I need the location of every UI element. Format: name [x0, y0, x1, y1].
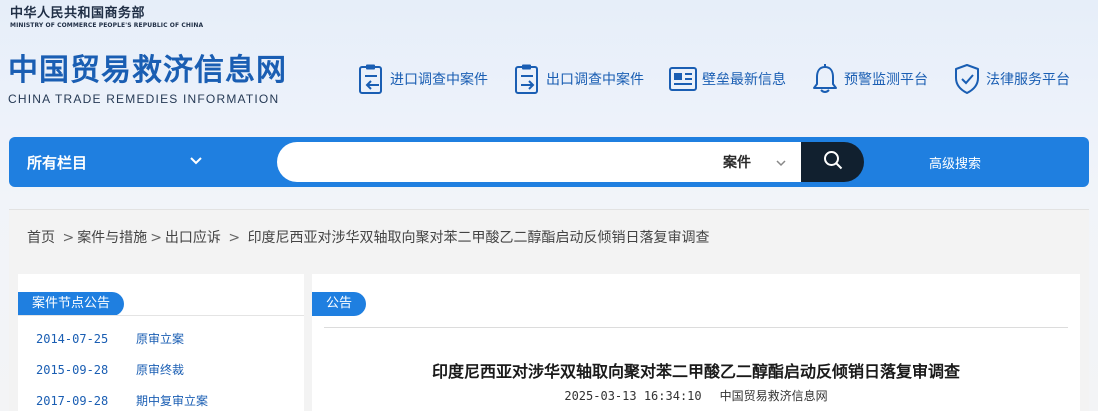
chevron-down-icon[interactable] [189, 153, 203, 172]
list-item[interactable]: 2017-09-28 期中复审立案 [36, 392, 208, 409]
breadcrumb: 首页 > 案件与措施 > 出口应诉 > 印度尼西亚对涉华双轴取向聚对苯二甲酸乙二醇酯启… [27, 227, 710, 247]
breadcrumb-separator: > [223, 230, 245, 246]
news-icon [668, 62, 698, 96]
article-title: 印度尼西亚对涉华双轴取向聚对苯二甲酸乙二醇酯启动反倾销日落复审调查 [431, 362, 960, 381]
breadcrumb-separator: > [150, 230, 162, 246]
export-case-icon [512, 62, 542, 96]
list-item[interactable]: 2015-09-28 原审终裁 [36, 361, 184, 378]
article-panel: 公告 印度尼西亚对涉华双轴取向聚对苯二甲酸乙二醇酯启动反倾销日落复审调查 202… [312, 274, 1080, 411]
search-button[interactable] [801, 142, 864, 182]
ministry-name-en: MINISTRY OF COMMERCE PEOPLE'S REPUBLIC O… [10, 22, 204, 29]
advanced-search-link[interactable]: 高级搜索 [929, 153, 981, 172]
article-datetime: 2025-03-13 16:34:10 [564, 389, 702, 403]
event-label[interactable]: 期中复审立案 [136, 394, 208, 408]
list-item[interactable]: 2014-07-25 原审立案 [36, 330, 184, 347]
event-date: 2017-09-28 [36, 394, 109, 408]
site-logo[interactable]: 中国贸易救济信息网 CHINA TRADE REMEDIES INFORMATI… [8, 53, 308, 107]
divider [324, 327, 1068, 328]
site-name-en: CHINA TRADE REMEDIES INFORMATION [8, 92, 280, 106]
nav-warning-platform-label: 预警监测平台 [844, 72, 928, 88]
content-area: 首页 > 案件与措施 > 出口应诉 > 印度尼西亚对涉华双轴取向聚对苯二甲酸乙二醇酯启… [9, 209, 1089, 411]
breadcrumb-current: 印度尼西亚对涉华双轴取向聚对苯二甲酸乙二醇酯启动反倾销日落复审调查 [247, 230, 710, 246]
nav-barrier-news[interactable]: 壁垒最新信息 [668, 62, 786, 96]
ministry-name-cn: 中华人民共和国商务部 [10, 6, 146, 21]
ministry-brand[interactable]: 中华人民共和国商务部 MINISTRY OF COMMERCE PEOPLE'S… [10, 2, 210, 29]
site-name-cn: 中国贸易救济信息网 [8, 53, 287, 88]
event-label[interactable]: 原审立案 [136, 332, 184, 346]
case-node-panel: 案件节点公告 2014-07-25 原审立案 2015-09-28 原审终裁 201… [18, 274, 304, 411]
breadcrumb-separator: > [58, 230, 75, 246]
chevron-down-icon[interactable] [775, 154, 787, 173]
import-case-icon [356, 62, 386, 96]
nav-import-cases[interactable]: 进口调查中案件 [356, 62, 488, 96]
article-tab: 公告 [312, 292, 367, 316]
nav-legal-platform-label: 法律服务平台 [986, 72, 1070, 88]
nav-export-cases[interactable]: 出口调查中案件 [512, 62, 644, 96]
search-icon [823, 150, 843, 174]
top-nav: 进口调查中案件 出口调查中案件 壁垒最新信息 预警监测平台 法律服务平台 [356, 62, 1094, 96]
nav-legal-platform[interactable]: 法律服务平台 [952, 62, 1070, 96]
article-meta: 2025-03-13 16:34:10 中国贸易救济信息网 [312, 387, 1080, 404]
page: 中华人民共和国商务部 MINISTRY OF COMMERCE PEOPLE'S… [0, 0, 1098, 411]
nav-barrier-news-label: 壁垒最新信息 [702, 72, 786, 88]
event-label[interactable]: 原审终裁 [136, 363, 184, 377]
search-bar: 所有栏目 案件 高级搜索 [9, 137, 1089, 187]
breadcrumb-home[interactable]: 首页 [27, 230, 55, 246]
nav-export-cases-label: 出口调查中案件 [546, 72, 644, 88]
case-node-title: 案件节点公告 [18, 292, 125, 316]
shield-icon [952, 62, 982, 96]
breadcrumb-cases[interactable]: 案件与措施 [77, 230, 147, 246]
bell-icon [810, 62, 840, 96]
divider [18, 315, 304, 316]
column-select[interactable]: 所有栏目 [27, 152, 87, 173]
nav-import-cases-label: 进口调查中案件 [390, 72, 488, 88]
nav-warning-platform[interactable]: 预警监测平台 [810, 62, 928, 96]
article-source: 中国贸易救济信息网 [719, 389, 828, 403]
type-select[interactable]: 案件 [723, 152, 751, 172]
event-date: 2015-09-28 [36, 363, 109, 377]
event-date: 2014-07-25 [36, 332, 109, 346]
breadcrumb-export[interactable]: 出口应诉 [165, 230, 221, 246]
